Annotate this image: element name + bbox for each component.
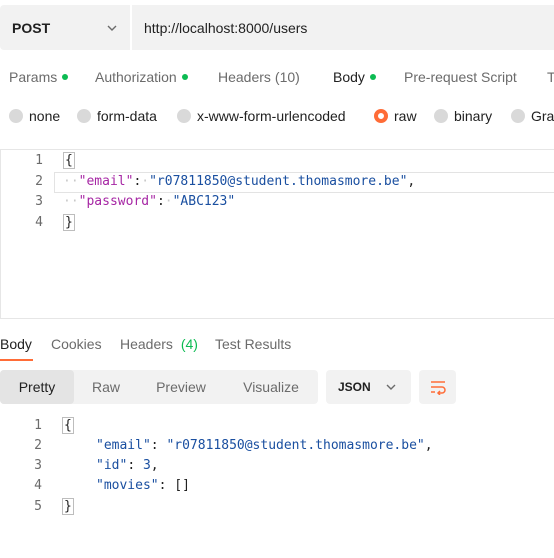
line-number: 4 — [35, 215, 43, 230]
json-value: 3 — [142, 458, 151, 473]
code-line: "email": "r07811850@student.thomasmore.b… — [96, 438, 433, 453]
code-line: } — [63, 214, 75, 231]
radio-label: raw — [394, 108, 417, 124]
line-number: 1 — [34, 418, 42, 433]
view-mode-segmented: Pretty Raw Preview Visualize — [0, 370, 318, 404]
radio-circle — [434, 109, 448, 123]
tab-tests[interactable]: T — [547, 69, 554, 85]
tab-count: (10) — [274, 69, 300, 85]
json-value: "r07811850@student.thomasmore.be" — [166, 438, 425, 453]
wrap-lines-icon — [430, 381, 446, 395]
tab-label: Pre-request Script — [404, 69, 517, 85]
tab-cookies[interactable]: Cookies — [51, 336, 102, 352]
format-select[interactable]: JSON — [326, 370, 411, 404]
tab-label: Headers — [218, 69, 271, 85]
view-visualize-button[interactable]: Visualize — [224, 370, 318, 404]
radio-none[interactable]: none — [9, 108, 60, 124]
tab-params[interactable]: Params — [9, 69, 69, 85]
response-toolbar: Pretty Raw Preview Visualize JSON — [0, 370, 554, 406]
radio-graphql[interactable]: Grap — [511, 108, 554, 124]
tab-response-body[interactable]: Body — [0, 336, 32, 352]
status-dot — [62, 74, 69, 80]
close-brace: } — [62, 498, 74, 515]
tab-label: Params — [9, 69, 58, 85]
tab-headers[interactable]: Headers (10) — [218, 69, 300, 85]
request-tabs: Params Authorization Headers (10) Body Pr… — [0, 60, 554, 94]
code-line: { — [62, 417, 74, 434]
method-select[interactable]: POST — [0, 5, 130, 50]
radio-x-www-form-urlencoded[interactable]: x-www-form-urlencoded — [177, 108, 346, 124]
radio-binary[interactable]: binary — [434, 108, 492, 124]
tab-test-results[interactable]: Test Results — [215, 336, 291, 352]
tab-count: (4) — [180, 336, 198, 352]
json-value: "ABC123" — [172, 194, 236, 209]
response-body-viewer: 1 2 3 4 5 { "email": "r07811850@student.… — [0, 416, 554, 526]
line-number: 3 — [34, 458, 42, 473]
line-number: 3 — [35, 194, 43, 209]
view-pretty-button[interactable]: Pretty — [0, 370, 74, 404]
chevron-down-icon — [107, 25, 117, 31]
radio-circle — [511, 109, 525, 123]
code-line: } — [62, 498, 74, 515]
code-line: { — [63, 152, 75, 169]
radio-form-data[interactable]: form-data — [77, 108, 157, 124]
radio-label: x-www-form-urlencoded — [197, 108, 346, 124]
radio-raw[interactable]: raw — [374, 108, 417, 124]
status-dot — [181, 74, 188, 80]
radio-circle — [9, 109, 23, 123]
body-type-radios: none form-data x-www-form-urlencoded raw… — [0, 104, 554, 130]
json-value: "r07811850@student.thomasmore.be" — [149, 174, 408, 189]
json-value: [] — [174, 478, 190, 493]
code-line: ··"email":·"r07811850@student.thomasmore… — [63, 174, 416, 189]
tab-response-headers[interactable]: Headers (4) — [120, 336, 198, 352]
line-number: 2 — [35, 174, 43, 189]
wrap-lines-button[interactable] — [419, 370, 456, 404]
tab-authorization[interactable]: Authorization — [95, 69, 188, 85]
line-number: 5 — [34, 499, 42, 514]
json-key: "movies" — [96, 478, 159, 493]
url-input[interactable]: http://localhost:8000/users — [132, 5, 554, 50]
code-line: ··"password":·"ABC123" — [63, 194, 236, 209]
line-number: 1 — [35, 153, 43, 168]
chevron-down-icon — [386, 384, 396, 390]
url-text: http://localhost:8000/users — [144, 19, 308, 36]
request-body-editor[interactable]: 1 2 3 4 { ··"email":·"r07811850@student.… — [0, 149, 554, 319]
format-label: JSON — [338, 380, 371, 394]
tab-label: Body — [333, 69, 365, 85]
response-tabs: Body Cookies Headers (4) Test Results — [0, 330, 554, 362]
open-brace: { — [63, 152, 75, 169]
radio-label: binary — [454, 108, 493, 124]
json-key: "email" — [78, 174, 134, 189]
line-number: 4 — [34, 478, 42, 493]
radio-label: Grap — [531, 108, 554, 124]
open-brace: { — [62, 417, 74, 434]
active-tab-indicator — [0, 359, 33, 361]
code-line: "id": 3, — [96, 458, 159, 473]
json-key: "id" — [96, 458, 128, 473]
view-preview-button[interactable]: Preview — [138, 370, 224, 404]
tab-body[interactable]: Body — [333, 69, 376, 85]
view-raw-button[interactable]: Raw — [74, 370, 138, 404]
radio-circle-selected — [374, 109, 388, 123]
close-brace: } — [63, 214, 75, 231]
url-bar: POST http://localhost:8000/users — [0, 5, 554, 50]
json-key: "password" — [78, 194, 157, 209]
line-number: 2 — [34, 438, 42, 453]
radio-label: form-data — [97, 108, 157, 124]
json-key: "email" — [96, 438, 151, 453]
radio-circle — [77, 109, 91, 123]
status-dot — [369, 74, 376, 80]
radio-label: none — [29, 108, 61, 124]
method-label: POST — [12, 19, 51, 36]
tab-label: Headers — [120, 336, 173, 352]
tab-pre-request-script[interactable]: Pre-request Script — [404, 69, 517, 85]
tab-label: T — [547, 69, 554, 85]
tab-label: Authorization — [95, 69, 177, 85]
radio-circle — [177, 109, 191, 123]
code-line: "movies": [] — [96, 478, 190, 493]
